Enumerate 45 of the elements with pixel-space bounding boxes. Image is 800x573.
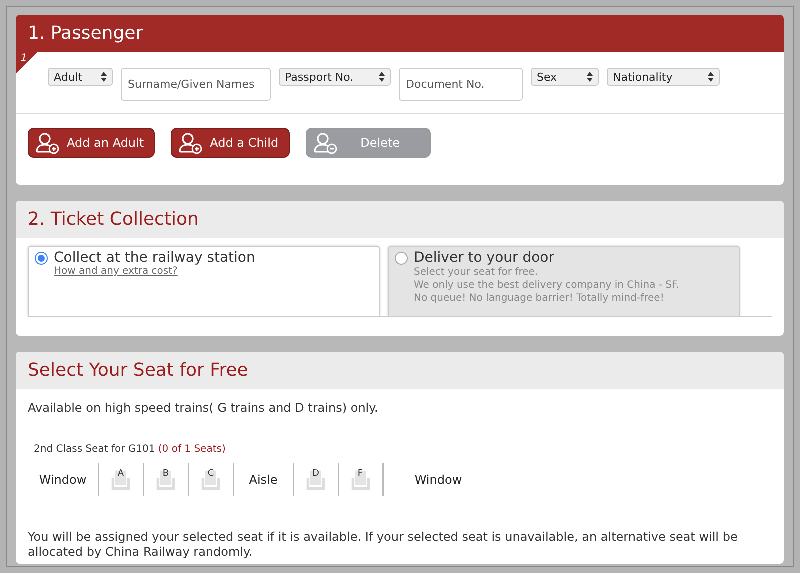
seat-icon xyxy=(305,468,327,490)
seat-position-label: Aisle xyxy=(233,463,293,496)
collection-option[interactable]: Collect at the railway station How and any extra cost? xyxy=(28,246,380,316)
section-title: 2. Ticket Collection xyxy=(28,209,199,230)
user-plus-icon xyxy=(178,132,204,154)
seat-button[interactable]: B xyxy=(143,463,188,496)
seat-button[interactable]: A xyxy=(98,463,143,496)
seat-icon xyxy=(200,468,222,490)
option-description: We only use the best delivery company in China - SF. xyxy=(414,279,680,292)
section-title: Select Your Seat for Free xyxy=(28,360,248,381)
caret-icon xyxy=(379,72,385,82)
passenger-number: 1 xyxy=(16,52,38,74)
seat-button[interactable]: D xyxy=(293,463,338,496)
caret-icon xyxy=(708,72,714,82)
radio-button[interactable] xyxy=(35,252,48,265)
dropdown[interactable]: Nationality xyxy=(607,68,720,86)
caret-icon xyxy=(587,72,593,82)
option-description: No queue! No language barrier! Totally mind-free! xyxy=(414,292,666,305)
user-minus-icon xyxy=(312,132,339,154)
seat-position-label: Window xyxy=(383,463,493,496)
add-button[interactable]: Add a Child xyxy=(171,128,290,158)
text-field[interactable]: Surname/Given Names xyxy=(121,68,271,101)
seat-icon xyxy=(110,468,132,490)
seat-assignment-note: You will be assigned your selected seat if it is available. If your selected seat is unavailable, an alternative seat will be allocated by China Railway randomly. xyxy=(28,530,739,560)
user-plus-icon xyxy=(35,132,61,154)
collection-option[interactable]: Deliver to your door Select your seat for free. We only use the best delivery company in China - SF. No queue! No language barrier! Totally mind-free! xyxy=(388,246,740,316)
add-button[interactable]: Add an Adult xyxy=(28,128,156,158)
option-label: Deliver to your door xyxy=(414,250,556,266)
dropdown[interactable]: Adult xyxy=(48,68,113,86)
seat-icon xyxy=(155,468,177,490)
seat-button[interactable]: F xyxy=(338,463,383,496)
seat-icon xyxy=(350,468,372,490)
train-seat-label: 2nd Class Seat for G101 (0 of 1 Seats) xyxy=(34,444,227,455)
option-description: Select your seat for free. xyxy=(414,266,540,279)
availability-note: Available on high speed trains( G trains and D trains) only. xyxy=(28,401,380,416)
dropdown[interactable]: Passport No. xyxy=(279,68,391,86)
dropdown[interactable]: Sex xyxy=(531,68,599,86)
seat-position-label: Window xyxy=(38,472,88,488)
cost-link[interactable]: How and any extra cost? xyxy=(54,266,256,277)
text-field[interactable]: Document No. xyxy=(399,68,523,101)
option-label: Collect at the railway station xyxy=(54,250,256,266)
section-title: 1. Passenger xyxy=(28,23,144,44)
caret-icon xyxy=(101,72,107,82)
radio-button[interactable] xyxy=(395,252,408,265)
seat-button[interactable]: C xyxy=(188,463,233,496)
